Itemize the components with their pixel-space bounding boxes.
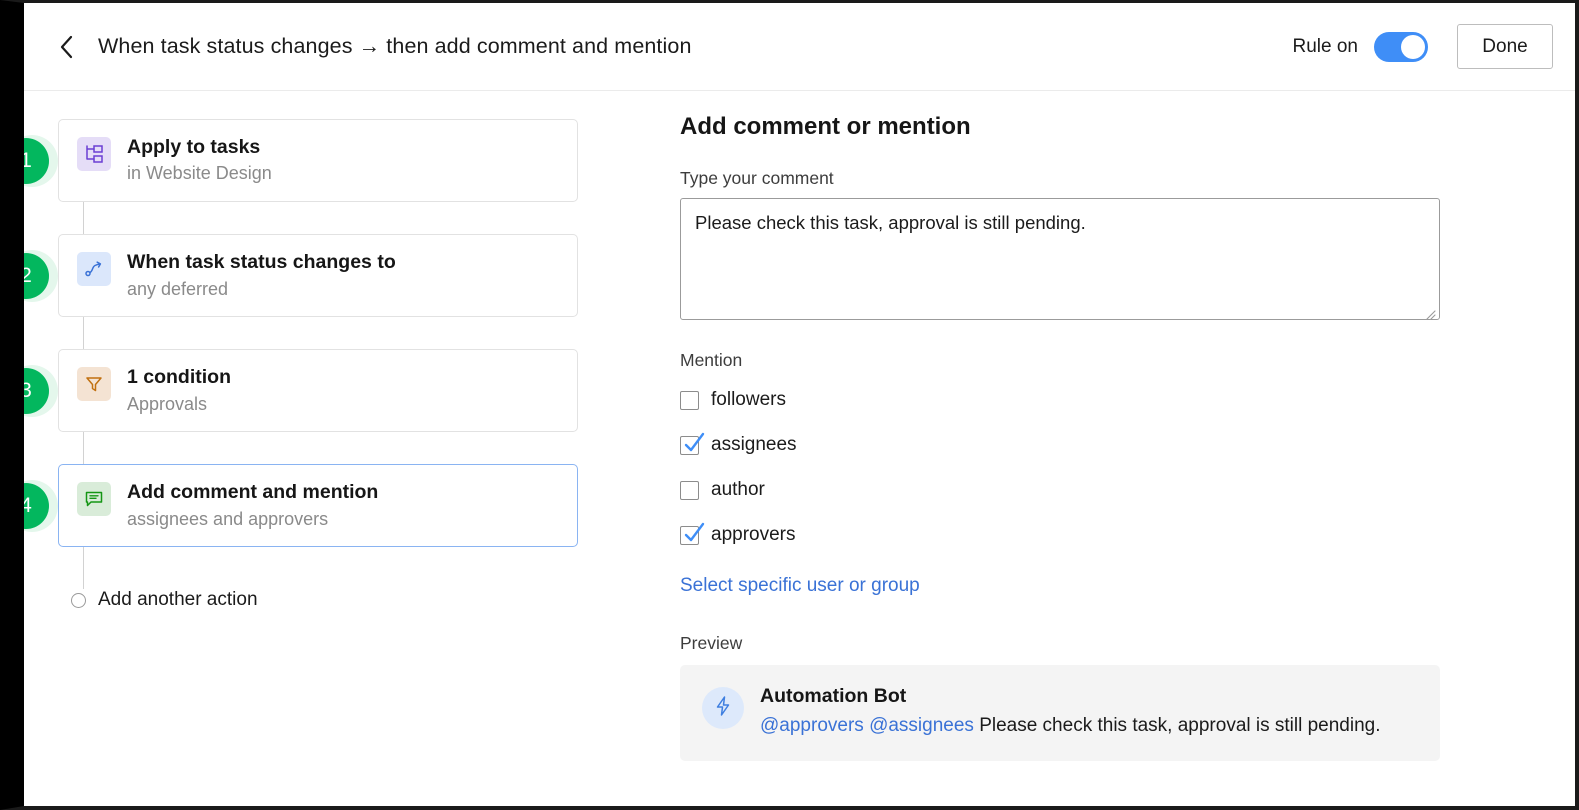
step-card-add-comment[interactable]: Add comment and mention assignees and ap… (58, 464, 578, 548)
badge-number: 2 (24, 252, 49, 299)
step-badge: 1 (24, 134, 58, 187)
step-subtitle: Approvals (127, 393, 208, 414)
preview-card: Automation Bot @approvers @assignees Ple… (680, 665, 1440, 761)
checkbox-followers[interactable] (680, 390, 699, 410)
panel-title: Add comment or mention (680, 113, 971, 140)
mention-label-assignees: assignees (711, 434, 797, 455)
checkbox-assignees[interactable] (680, 432, 705, 455)
step-card-texts: Add comment and mention assignees and ap… (127, 481, 378, 529)
header-actions: Rule on Done (1292, 24, 1553, 69)
step-list: 1 Apply to tasks in Website Design 2 Whe… (24, 119, 624, 611)
step-subtitle: in Website Design (127, 163, 272, 184)
step-subtitle: assignees and approvers (127, 508, 329, 529)
rule-toggle-label: Rule on (1292, 35, 1359, 57)
step-card-texts: 1 condition Approvals (127, 366, 231, 414)
checkbox-author[interactable] (680, 480, 699, 500)
step-title: Add comment and mention (127, 481, 379, 504)
step-card-condition[interactable]: 1 condition Approvals (58, 349, 578, 433)
add-another-action-button[interactable]: Add another action (71, 589, 624, 611)
comment-input[interactable]: Please check this task, approval is stil… (680, 198, 1440, 320)
comment-icon (77, 482, 111, 517)
step-card-when-status-changes[interactable]: When task status changes to any deferred (58, 234, 578, 318)
comment-input-value: Please check this task, approval is stil… (695, 212, 1086, 233)
rule-on-toggle[interactable] (1374, 31, 1428, 62)
mention-option-approvers[interactable]: approvers (680, 517, 940, 553)
select-specific-user-link[interactable]: Select specific user or group (680, 575, 920, 597)
step-connector (83, 317, 84, 350)
done-button[interactable]: Done (1457, 24, 1553, 69)
comment-field-label: Type your comment (680, 168, 834, 188)
chevron-left-icon (57, 33, 77, 61)
step-row: 2 When task status changes to any deferr… (24, 234, 624, 350)
step-connector (83, 547, 84, 590)
mention-label-followers: followers (711, 389, 786, 410)
action-config-panel: Add comment or mention Type your comment… (624, 91, 1575, 806)
mention-label-approvers: approvers (711, 524, 796, 545)
check-mark-icon (682, 521, 706, 545)
step-card-texts: When task status changes to any deferred (127, 251, 396, 299)
step-card-apply-to-tasks[interactable]: Apply to tasks in Website Design (58, 119, 578, 203)
back-button[interactable] (50, 30, 84, 64)
content-area: 1 Apply to tasks in Website Design 2 Whe… (24, 91, 1575, 806)
avatar (702, 687, 744, 729)
lightning-bolt-icon (712, 695, 734, 722)
step-subtitle: any deferred (127, 278, 229, 299)
step-title: 1 condition (127, 366, 231, 389)
badge-number: 1 (24, 137, 49, 184)
toggle-knob (1401, 34, 1425, 59)
preview-author: Automation Bot (760, 685, 907, 707)
page-title: When task status changes → then add comm… (98, 34, 692, 58)
step-badge: 2 (24, 249, 58, 302)
mention-group-label: Mention (680, 350, 743, 370)
step-badge: 4 (24, 479, 58, 532)
preview-body: Automation Bot @approvers @assignees Ple… (760, 685, 1381, 739)
steps-pane: 1 Apply to tasks in Website Design 2 Whe… (24, 91, 624, 806)
step-row: 1 Apply to tasks in Website Design (24, 119, 624, 235)
mention-label-author: author (711, 479, 765, 500)
mention-option-assignees[interactable]: assignees (680, 427, 940, 463)
add-another-action-label: Add another action (98, 589, 258, 611)
route-path-icon (77, 252, 111, 287)
step-title: When task status changes to (127, 251, 396, 274)
automation-rule-window: When task status changes → then add comm… (0, 0, 1579, 810)
header-bar: When task status changes → then add comm… (24, 3, 1575, 91)
badge-number: 3 (24, 367, 49, 414)
preview-message-line: @approvers @assignees Please check this … (760, 714, 1381, 739)
preview-message-text: Please check this task, approval is stil… (979, 715, 1381, 736)
preview-label: Preview (680, 633, 743, 653)
mention-option-author[interactable]: author (680, 472, 940, 508)
step-row: 4 Add comment and mention assignees and … (24, 464, 624, 590)
badge-number: 4 (24, 482, 49, 529)
step-connector (83, 432, 84, 465)
step-connector (83, 202, 84, 235)
step-row: 3 1 condition Approvals (24, 349, 624, 465)
resize-grip-icon[interactable] (1423, 303, 1436, 319)
empty-circle-icon (71, 592, 86, 608)
check-mark-icon (682, 431, 706, 455)
mention-option-followers[interactable]: followers (680, 382, 940, 418)
step-card-texts: Apply to tasks in Website Design (127, 136, 272, 184)
step-badge: 3 (24, 364, 58, 417)
filter-funnel-icon (77, 367, 111, 402)
preview-mention-approvers: @approvers (760, 715, 864, 736)
checkbox-approvers[interactable] (680, 522, 705, 545)
hierarchy-icon (77, 137, 111, 171)
step-title: Apply to tasks (127, 136, 261, 158)
preview-mention-assignees: @assignees (869, 715, 974, 736)
